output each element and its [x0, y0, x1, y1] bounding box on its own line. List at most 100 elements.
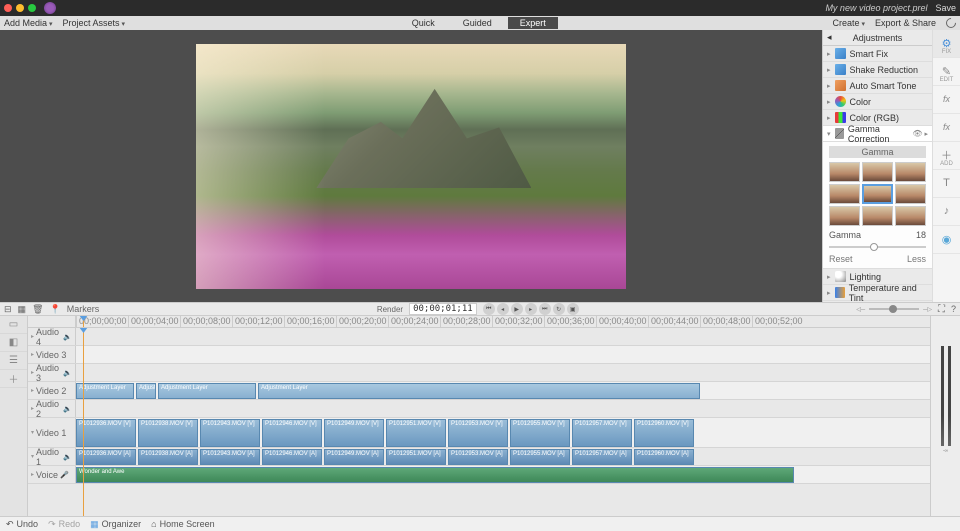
- render-button[interactable]: Render: [377, 305, 403, 314]
- audio-clip[interactable]: P1012949.MOV [A]: [324, 449, 384, 465]
- mode-quick[interactable]: Quick: [400, 17, 447, 29]
- loop-icon[interactable]: ↻: [553, 303, 565, 315]
- close-window-icon[interactable]: [4, 4, 12, 12]
- gamma-preset-1[interactable]: [829, 162, 860, 182]
- play-icon[interactable]: ▶: [511, 303, 523, 315]
- tool-track-icon[interactable]: ☰: [0, 352, 27, 370]
- zoom-in-icon[interactable]: ─▷: [923, 306, 932, 313]
- adj-temperature-tint[interactable]: ▸Temperature and Tint: [823, 285, 932, 301]
- tracks-scroll[interactable]: ▸Audio 4🔈 ▸Video 3 ▸Audio 3🔈 ▸Video 2 Ad…: [28, 328, 930, 516]
- fx-tab-icon[interactable]: fx: [933, 86, 960, 114]
- gamma-preset-9[interactable]: [895, 206, 926, 226]
- goto-start-icon[interactable]: ⏮: [483, 303, 495, 315]
- gamma-preset-4[interactable]: [829, 184, 860, 204]
- audio-clip[interactable]: P1012936.MOV [A]: [76, 449, 136, 465]
- goto-end-icon[interactable]: ⏭: [539, 303, 551, 315]
- fullscreen-icon[interactable]: ⛶: [938, 304, 945, 315]
- minimize-window-icon[interactable]: [16, 4, 24, 12]
- save-button[interactable]: Save: [935, 3, 956, 13]
- music-tab-icon[interactable]: ♪: [933, 198, 960, 226]
- tool-solo-icon[interactable]: ◧: [0, 334, 27, 352]
- fix-tab-icon[interactable]: ⚙FIX: [933, 30, 960, 58]
- audio-clip[interactable]: P1012957.MOV [A]: [572, 449, 632, 465]
- video-clip[interactable]: P1012955.MOV [V]: [510, 419, 570, 447]
- mode-expert[interactable]: Expert: [508, 17, 558, 29]
- video-clip[interactable]: P1012936.MOV [V]: [76, 419, 136, 447]
- zoom-slider[interactable]: [869, 308, 919, 310]
- timecode-display[interactable]: 00;00;01;11: [409, 303, 477, 315]
- audio-clip[interactable]: P1012951.MOV [A]: [386, 449, 446, 465]
- tool-add-icon[interactable]: ＋: [0, 370, 27, 388]
- adj-auto-smart-tone[interactable]: ▸Auto Smart Tone: [823, 78, 932, 94]
- audio-clip[interactable]: P1012953.MOV [A]: [448, 449, 508, 465]
- audio-clip[interactable]: P1012938.MOV [A]: [138, 449, 198, 465]
- trash-icon[interactable]: 🗑: [32, 304, 43, 315]
- clip-adjustment-layer[interactable]: Adjustment Layer: [158, 383, 256, 399]
- clip-music[interactable]: Wonder and Awe: [76, 467, 794, 483]
- gamma-preset-6[interactable]: [895, 184, 926, 204]
- tool-icon-2[interactable]: ▦: [18, 304, 27, 315]
- video-clip[interactable]: P1012949.MOV [V]: [324, 419, 384, 447]
- clip-adjustment-layer[interactable]: Adjustment Layer: [76, 383, 134, 399]
- sync-icon[interactable]: [944, 16, 958, 30]
- right-panel: ◂ Adjustments ▸Smart Fix ▸Shake Reductio…: [822, 30, 960, 302]
- video-clip[interactable]: P1012943.MOV [V]: [200, 419, 260, 447]
- gamma-preset-7[interactable]: [829, 206, 860, 226]
- video-clip[interactable]: P1012946.MOV [V]: [262, 419, 322, 447]
- gamma-preset-2[interactable]: [862, 162, 893, 182]
- adj-gamma-correction[interactable]: ▾Gamma Correction👁▸: [823, 126, 932, 142]
- undo-button[interactable]: ↶Undo: [6, 519, 38, 530]
- audio-clip[interactable]: P1012943.MOV [A]: [200, 449, 260, 465]
- add-media-menu[interactable]: Add Media: [4, 18, 53, 28]
- step-back-icon[interactable]: ◂: [497, 303, 509, 315]
- playhead[interactable]: [83, 316, 84, 327]
- share-tab-icon[interactable]: ◉: [933, 226, 960, 254]
- gamma-slider[interactable]: [829, 242, 926, 252]
- fx2-tab-icon[interactable]: fx: [933, 114, 960, 142]
- mute-icon[interactable]: 🔈: [63, 333, 72, 341]
- visibility-toggle-icon[interactable]: 👁: [912, 129, 922, 138]
- expand-arrow-icon[interactable]: ▸: [924, 130, 928, 138]
- adj-smart-fix[interactable]: ▸Smart Fix: [823, 46, 932, 62]
- preview-frame[interactable]: [196, 44, 626, 289]
- home-button[interactable]: ⌂Home Screen: [151, 519, 214, 529]
- timeline-body: ▭ ◧ ☰ ＋ 00;00;00;0000;00;04;0000;00;08;0…: [0, 316, 960, 516]
- adj-color[interactable]: ▸Color: [823, 94, 932, 110]
- adj-shake-reduction[interactable]: ▸Shake Reduction: [823, 62, 932, 78]
- audio-clip[interactable]: P1012955.MOV [A]: [510, 449, 570, 465]
- audio-clip[interactable]: P1012946.MOV [A]: [262, 449, 322, 465]
- organizer-button[interactable]: ▦Organizer: [90, 519, 141, 530]
- gamma-preset-8[interactable]: [862, 206, 893, 226]
- mode-guided[interactable]: Guided: [451, 17, 504, 29]
- tool-icon-1[interactable]: ⊟: [4, 304, 12, 315]
- add-tab-icon[interactable]: ＋ADD: [933, 142, 960, 170]
- video-clip[interactable]: P1012957.MOV [V]: [572, 419, 632, 447]
- redo-button[interactable]: ↷Redo: [48, 519, 80, 530]
- help-icon[interactable]: ?: [951, 304, 956, 314]
- titles-tab-icon[interactable]: T: [933, 170, 960, 198]
- video-clip[interactable]: P1012938.MOV [V]: [138, 419, 198, 447]
- time-ruler[interactable]: 00;00;00;0000;00;04;0000;00;08;0000;00;1…: [28, 316, 930, 328]
- marker-menu-icon[interactable]: 📍: [50, 304, 61, 315]
- step-fwd-icon[interactable]: ▸: [525, 303, 537, 315]
- export-share-button[interactable]: Export & Share: [875, 18, 936, 28]
- back-icon[interactable]: ◂: [827, 32, 832, 43]
- maximize-window-icon[interactable]: [28, 4, 36, 12]
- video-clip[interactable]: P1012951.MOV [V]: [386, 419, 446, 447]
- project-assets-menu[interactable]: Project Assets: [63, 18, 126, 28]
- gamma-less-button[interactable]: Less: [907, 254, 926, 264]
- collapse-icon[interactable]: ▸: [31, 333, 34, 340]
- zoom-out-icon[interactable]: ◁─: [856, 306, 865, 313]
- video-clip[interactable]: P1012953.MOV [V]: [448, 419, 508, 447]
- clip-adjustment-layer[interactable]: Adjustment Layer: [136, 383, 156, 399]
- tool-select-icon[interactable]: ▭: [0, 316, 27, 334]
- gamma-preset-3[interactable]: [895, 162, 926, 182]
- create-menu[interactable]: Create: [832, 18, 864, 28]
- audio-clip[interactable]: P1012960.MOV [A]: [634, 449, 694, 465]
- gamma-reset-button[interactable]: Reset: [829, 254, 853, 264]
- safe-margins-icon[interactable]: ▣: [567, 303, 579, 315]
- edit-tab-icon[interactable]: ✎EDIT: [933, 58, 960, 86]
- video-clip[interactable]: P1012960.MOV [V]: [634, 419, 694, 447]
- clip-adjustment-layer[interactable]: Adjustment Layer: [258, 383, 700, 399]
- gamma-preset-5[interactable]: [862, 184, 893, 204]
